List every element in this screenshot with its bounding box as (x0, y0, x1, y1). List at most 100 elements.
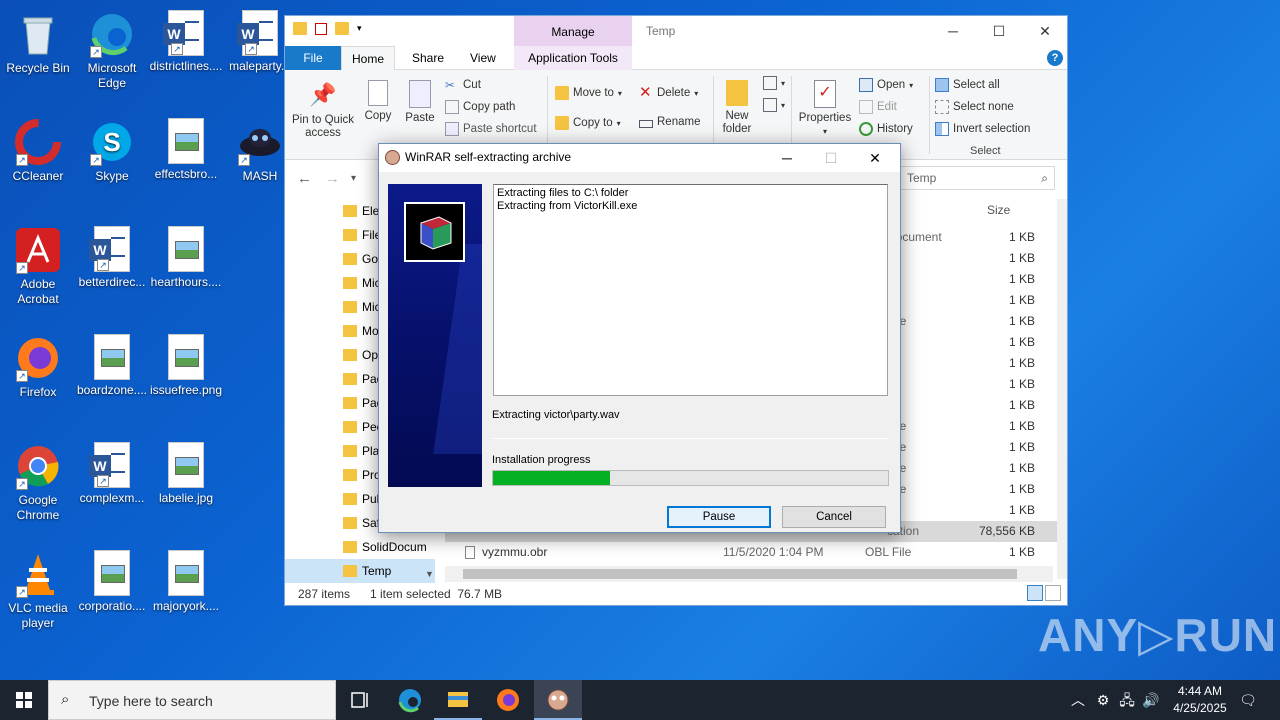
large-icons-view-icon[interactable] (1045, 585, 1061, 601)
minimize-button[interactable]: ─ (930, 16, 976, 46)
desktop-icon[interactable]: W ↗ districtlines.... (148, 10, 224, 74)
search-input[interactable]: Temp ⌕ (900, 166, 1055, 190)
desktop-icon[interactable]: W ↗ complexm... (74, 442, 150, 506)
pause-button[interactable]: Pause (667, 506, 771, 528)
copy-to-button[interactable]: Copy to ▾ (555, 116, 621, 130)
history-button[interactable]: History (859, 122, 913, 136)
dialog-maximize-button[interactable]: ☐ (809, 144, 853, 172)
desktop-icon-label: districtlines.... (149, 59, 223, 73)
image-file-icon (168, 226, 204, 272)
copy-path-button[interactable]: Copy path (445, 100, 515, 114)
file-size: 1 KB (1008, 251, 1035, 265)
clipboard-icon (409, 80, 431, 108)
history-icon (859, 122, 873, 136)
nav-folder-label: SolidDocum (362, 540, 427, 554)
invert-selection-button[interactable]: Invert selection (935, 122, 1030, 136)
delete-button[interactable]: ✕ Delete ▾ (639, 85, 698, 100)
tab-manage[interactable]: Manage (514, 16, 632, 46)
desktop-icon[interactable]: W ↗ betterdirec... (74, 226, 150, 290)
tab-home[interactable]: Home (341, 46, 396, 71)
taskbar-search-box[interactable]: ⌕ Type here to search (48, 680, 336, 720)
copy-icon (368, 80, 388, 106)
notifications-icon[interactable]: 🗨 (1236, 680, 1260, 720)
desktop-icon[interactable]: ↗ VLC media player (0, 550, 76, 631)
properties-button[interactable]: ✓ Properties ▾ (797, 80, 853, 138)
file-list-horizontal-scrollbar[interactable] (445, 566, 1053, 582)
tab-file[interactable]: File (285, 46, 341, 70)
nav-scroll-down-icon[interactable]: ▼ (425, 569, 434, 579)
chevron-down-icon[interactable]: ▾ (357, 22, 367, 35)
shortcut-arrow-icon: ↗ (171, 43, 183, 55)
new-folder-qat-icon[interactable] (335, 22, 349, 35)
nav-folder-item[interactable]: SolidDocum (285, 535, 435, 559)
tab-application-tools[interactable]: Application Tools (514, 46, 632, 70)
tab-share[interactable]: Share (402, 46, 454, 70)
file-explorer-taskbar-icon[interactable] (434, 680, 482, 720)
desktop-icon[interactable]: issuefree.png (148, 334, 224, 398)
open-button[interactable]: Open ▾ (859, 78, 913, 92)
desktop-icon[interactable]: majoryork.... (148, 550, 224, 614)
dialog-titlebar[interactable]: WinRAR self-extracting archive ─ ☐ ✕ (379, 144, 900, 172)
firefox-taskbar-icon[interactable] (484, 680, 532, 720)
nav-folder-label: Pla (362, 444, 380, 458)
security-tray-icon[interactable]: ⚙ (1092, 680, 1114, 720)
close-button[interactable]: ✕ (1022, 16, 1068, 46)
dialog-minimize-button[interactable]: ─ (765, 144, 809, 172)
help-icon[interactable]: ? (1047, 50, 1063, 66)
desktop-icon[interactable]: boardzone.... (74, 334, 150, 398)
table-row[interactable]: vyzmmu.obr 11/5/2020 1:04 PM OBL File 1 KB (445, 542, 1057, 563)
start-button[interactable] (0, 680, 48, 720)
desktop-icon[interactable]: ↗ Google Chrome (0, 442, 76, 523)
desktop-icon[interactable]: S ↗ Skype (74, 118, 150, 184)
cancel-button[interactable]: Cancel (782, 506, 886, 528)
recent-locations-chevron-icon[interactable]: ▾ (351, 173, 356, 184)
explorer-titlebar[interactable]: ▾ Manage Temp ─ ☐ ✕ (285, 16, 1067, 46)
folder-icon (343, 253, 357, 265)
back-arrow-icon[interactable]: ← (297, 170, 312, 187)
pin-quick-access-button[interactable]: 📌 Pin to Quick access (291, 80, 355, 140)
system-clock[interactable]: 4:44 AM 4/25/2025 (1160, 683, 1240, 717)
column-header-size[interactable]: Size (987, 203, 1010, 217)
rename-button[interactable]: Rename (639, 116, 700, 128)
desktop-icon[interactable]: Recycle Bin (0, 10, 76, 76)
volume-icon[interactable]: 🔊 (1140, 680, 1162, 720)
network-icon[interactable]: 🖧 (1116, 680, 1138, 720)
maximize-button[interactable]: ☐ (976, 16, 1022, 46)
task-view-icon[interactable] (336, 680, 384, 720)
new-item-button[interactable]: ▾ (763, 76, 785, 90)
cut-button[interactable]: ✂ Cut (445, 78, 481, 92)
desktop-icon[interactable]: ↗ Adobe Acrobat (0, 226, 76, 307)
paste-shortcut-button[interactable]: Paste shortcut (445, 122, 537, 136)
properties-qat-icon[interactable] (315, 22, 327, 35)
forward-arrow-icon[interactable]: → (325, 170, 340, 187)
dialog-close-button[interactable]: ✕ (853, 144, 897, 172)
paste-button[interactable]: Paste (403, 80, 437, 125)
desktop-icon[interactable]: labelie.jpg (148, 442, 224, 506)
file-size: 78,556 KB (978, 524, 1035, 538)
move-to-button[interactable]: Move to ▾ (555, 86, 622, 100)
desktop-icon[interactable]: effectsbro... (148, 118, 224, 182)
show-hidden-icons-chevron-icon[interactable]: ︿ (1068, 680, 1088, 720)
ribbon-separator (929, 76, 930, 154)
desktop-icon[interactable]: corporatio.... (74, 550, 150, 614)
desktop-icon[interactable]: hearthours.... (148, 226, 224, 290)
select-none-button[interactable]: Select none (935, 100, 1014, 114)
desktop-icon[interactable]: ↗ Microsoft Edge (74, 10, 150, 91)
copy-folder-icon (555, 116, 569, 130)
easy-access-button[interactable]: ▾ (763, 98, 785, 112)
details-view-icon[interactable] (1027, 585, 1043, 601)
desktop-icon[interactable]: ↗ Firefox (0, 334, 76, 400)
file-list-vertical-scrollbar[interactable] (1057, 199, 1067, 579)
scrollbar-thumb[interactable] (463, 569, 1017, 579)
winrar-sfx-taskbar-icon[interactable] (534, 680, 582, 720)
edit-button[interactable]: Edit (859, 100, 897, 114)
nav-folder-item[interactable]: Temp (285, 559, 435, 583)
edge-taskbar-icon[interactable] (386, 680, 434, 720)
select-all-button[interactable]: Select all (935, 78, 1000, 92)
copy-button[interactable]: Copy (361, 80, 395, 123)
tab-view[interactable]: View (460, 46, 506, 70)
folder-icon (343, 229, 357, 241)
new-folder-button[interactable]: New folder (717, 80, 757, 136)
winrar-cube-logo-icon (404, 202, 465, 262)
desktop-icon[interactable]: ↗ CCleaner (0, 118, 76, 184)
